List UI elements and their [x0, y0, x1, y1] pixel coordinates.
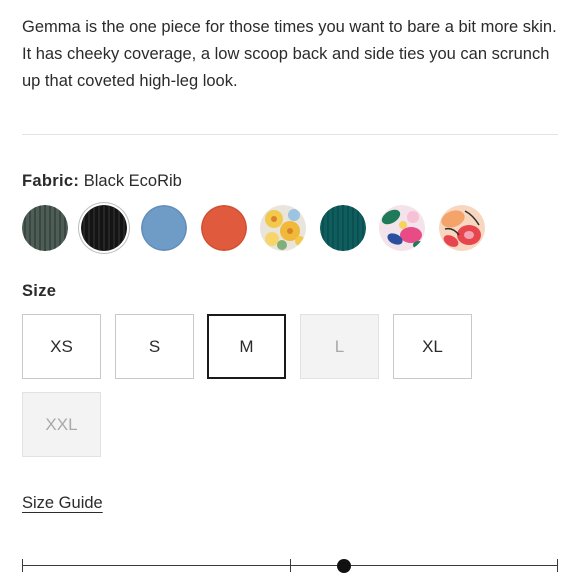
swatch-teal-rib[interactable]	[320, 205, 366, 251]
fit-slider-handle[interactable]	[337, 559, 351, 573]
swatch-black-ecorib[interactable]	[81, 205, 127, 251]
size-option-xl[interactable]: XL	[393, 314, 472, 379]
size-option-l: L	[300, 314, 379, 379]
swatch-tropical-print[interactable]	[379, 205, 425, 251]
fit-slider-tick	[557, 559, 558, 572]
fit-slider[interactable]	[22, 556, 558, 576]
size-option-m[interactable]: M	[207, 314, 286, 379]
size-guide-link[interactable]: Size Guide	[22, 494, 103, 513]
size-option-xs[interactable]: XS	[22, 314, 101, 379]
swatch-sky-blue[interactable]	[141, 205, 187, 251]
size-label: Size	[22, 282, 57, 300]
swatch-coral[interactable]	[201, 205, 247, 251]
fit-slider-tick	[22, 559, 23, 572]
swatch-yellow-floral[interactable]	[260, 205, 306, 251]
fabric-label: Fabric: Black EcoRib	[22, 172, 182, 191]
swatch-sage-rib[interactable]	[22, 205, 68, 251]
size-option-xxl: XXL	[22, 392, 101, 457]
fabric-label-key: Fabric:	[22, 172, 80, 190]
product-description: Gemma is the one piece for those times y…	[22, 18, 557, 90]
fit-slider-tick	[290, 559, 291, 572]
section-divider	[22, 134, 558, 135]
product-options-panel: Gemma is the one piece for those times y…	[0, 0, 580, 580]
fabric-selected-value: Black EcoRib	[83, 172, 182, 190]
swatch-peach-floral[interactable]	[439, 205, 485, 251]
size-option-s[interactable]: S	[115, 314, 194, 379]
